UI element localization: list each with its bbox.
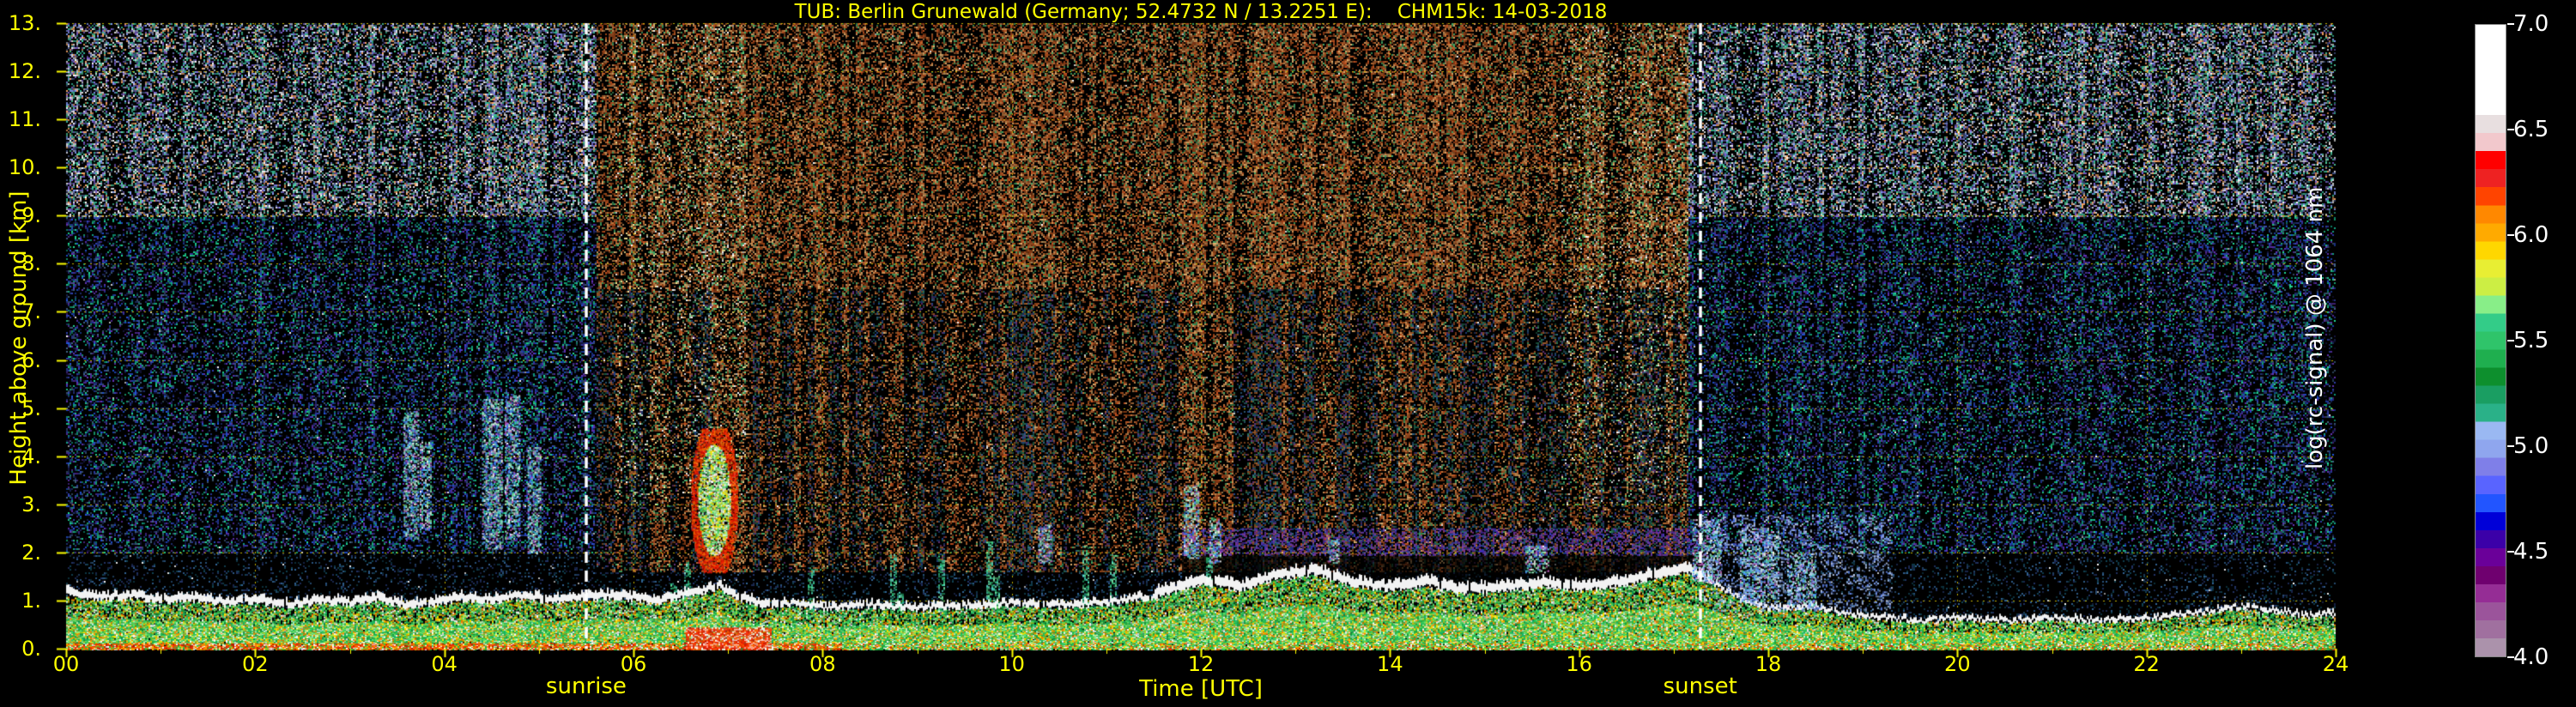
heatmap-canvas [0, 0, 2576, 707]
x-tick-label: 04 [410, 653, 479, 675]
x-tick-label: 06 [599, 653, 668, 675]
colorbar-tick-label: 4.0 [2513, 645, 2573, 669]
colorbar-tick-label: 6.5 [2513, 118, 2573, 142]
colorbar-label: log(rc-signal) @ 1064 nm [2302, 212, 2560, 469]
x-tick-label: 18 [1734, 653, 1803, 675]
annotation-sunrise: sunrise [500, 674, 672, 699]
y-tick-label: 3. [0, 493, 41, 516]
x-tick-label: 10 [978, 653, 1046, 675]
y-tick-label: 2. [0, 541, 41, 564]
x-tick-label: 20 [1923, 653, 1991, 675]
x-axis-label: Time [UTC] [1072, 676, 1330, 702]
x-tick-label: 00 [32, 653, 100, 675]
annotation-sunset: sunset [1615, 674, 1786, 699]
y-tick-label: 9. [0, 204, 41, 227]
plot-title: TUB: Berlin Grunewald (Germany; 52.4732 … [66, 1, 2336, 23]
y-tick-label: 4. [0, 445, 41, 468]
y-tick-label: 8. [0, 252, 41, 275]
y-tick-label: 10. [0, 156, 41, 178]
x-tick-label: 14 [1355, 653, 1424, 675]
y-tick-label: 5. [0, 397, 41, 420]
x-tick-label: 22 [2112, 653, 2181, 675]
y-tick-label: 7. [0, 300, 41, 323]
x-tick-label: 12 [1167, 653, 1235, 675]
y-tick-label: 13. [0, 12, 41, 34]
x-tick-label: 16 [1545, 653, 1614, 675]
colorbar-tick-label: 7.0 [2513, 12, 2573, 36]
y-tick-label: 11. [0, 108, 41, 130]
x-tick-label: 24 [2301, 653, 2370, 675]
y-tick-label: 12. [0, 60, 41, 82]
x-tick-label: 08 [788, 653, 857, 675]
x-tick-label: 02 [221, 653, 289, 675]
y-tick-label: 1. [0, 589, 41, 612]
colorbar-tick-label: 4.5 [2513, 540, 2573, 564]
ceilometer-quicklook-figure: TUB: Berlin Grunewald (Germany; 52.4732 … [0, 0, 2576, 707]
y-tick-label: 6. [0, 349, 41, 372]
